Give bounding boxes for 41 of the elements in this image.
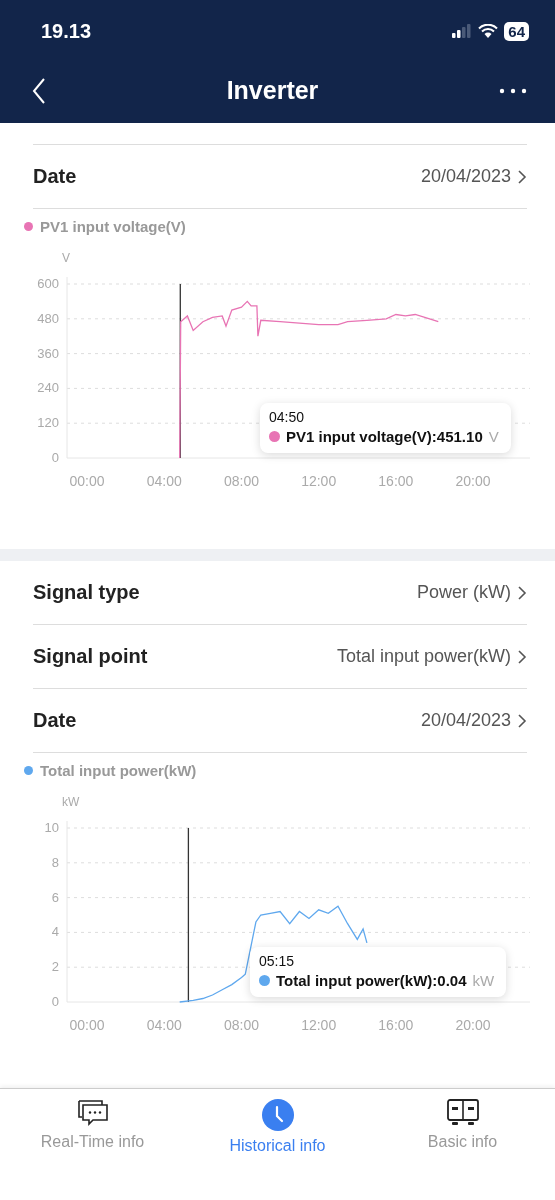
axis-tick-label: 04:00 — [146, 473, 182, 489]
tooltip-time: 05:15 — [259, 953, 296, 969]
axis-tick-label: 12:00 — [301, 1017, 337, 1033]
axis-tick-label: 00:00 — [69, 1017, 105, 1033]
tooltip-value: PV1 input voltage(V):451.10 — [286, 428, 483, 445]
axis-unit-label: V — [62, 251, 70, 265]
axis-tick-label: 360 — [37, 345, 59, 361]
axis-tick-label: 16:00 — [378, 1017, 414, 1033]
axis-tick-label: 20:00 — [455, 473, 491, 489]
axis-tick-label: 04:00 — [146, 1017, 182, 1033]
tooltip-value: Total input power(kW):0.04 — [276, 972, 467, 989]
row-label: Date — [33, 165, 77, 188]
axis-tick-label: 4 — [51, 924, 59, 940]
axis-tick-label: 20:00 — [455, 1017, 491, 1033]
axis-tick-label: 600 — [37, 276, 59, 291]
tooltip-unit: kW — [472, 972, 495, 989]
axis-tick-label: 10 — [44, 820, 59, 835]
row-label: Date — [33, 709, 77, 732]
axis-tick-label: 0 — [51, 450, 59, 465]
axis-unit-label: kW — [62, 795, 80, 809]
axis-tick-label: 08:00 — [223, 1017, 259, 1033]
status-time: 19.13 — [41, 19, 92, 43]
axis-tick-label: 8 — [51, 854, 59, 870]
axis-tick-label: 16:00 — [378, 473, 414, 489]
row-label: Signal point — [33, 645, 148, 668]
axis-tick-label: 2 — [51, 959, 59, 975]
legend-label: Total input power(kW) — [40, 762, 197, 779]
axis-tick-label: 240 — [37, 380, 59, 396]
axis-tick-label: 0 — [51, 994, 59, 1009]
axis-tick-label: 00:00 — [69, 473, 105, 489]
axis-tick-label: 120 — [37, 415, 59, 431]
row-label: Signal type — [33, 581, 140, 604]
battery-level: 64 — [504, 21, 529, 41]
axis-tick-label: 6 — [51, 889, 59, 905]
axis-tick-label: 480 — [37, 310, 59, 326]
axis-tick-label: 08:00 — [223, 473, 259, 489]
tooltip-unit: V — [488, 428, 499, 445]
page-title: Inverter — [226, 76, 319, 105]
axis-tick-label: 12:00 — [301, 473, 337, 489]
legend-label: PV1 input voltage(V) — [40, 218, 186, 235]
tooltip-time: 04:50 — [269, 409, 306, 425]
